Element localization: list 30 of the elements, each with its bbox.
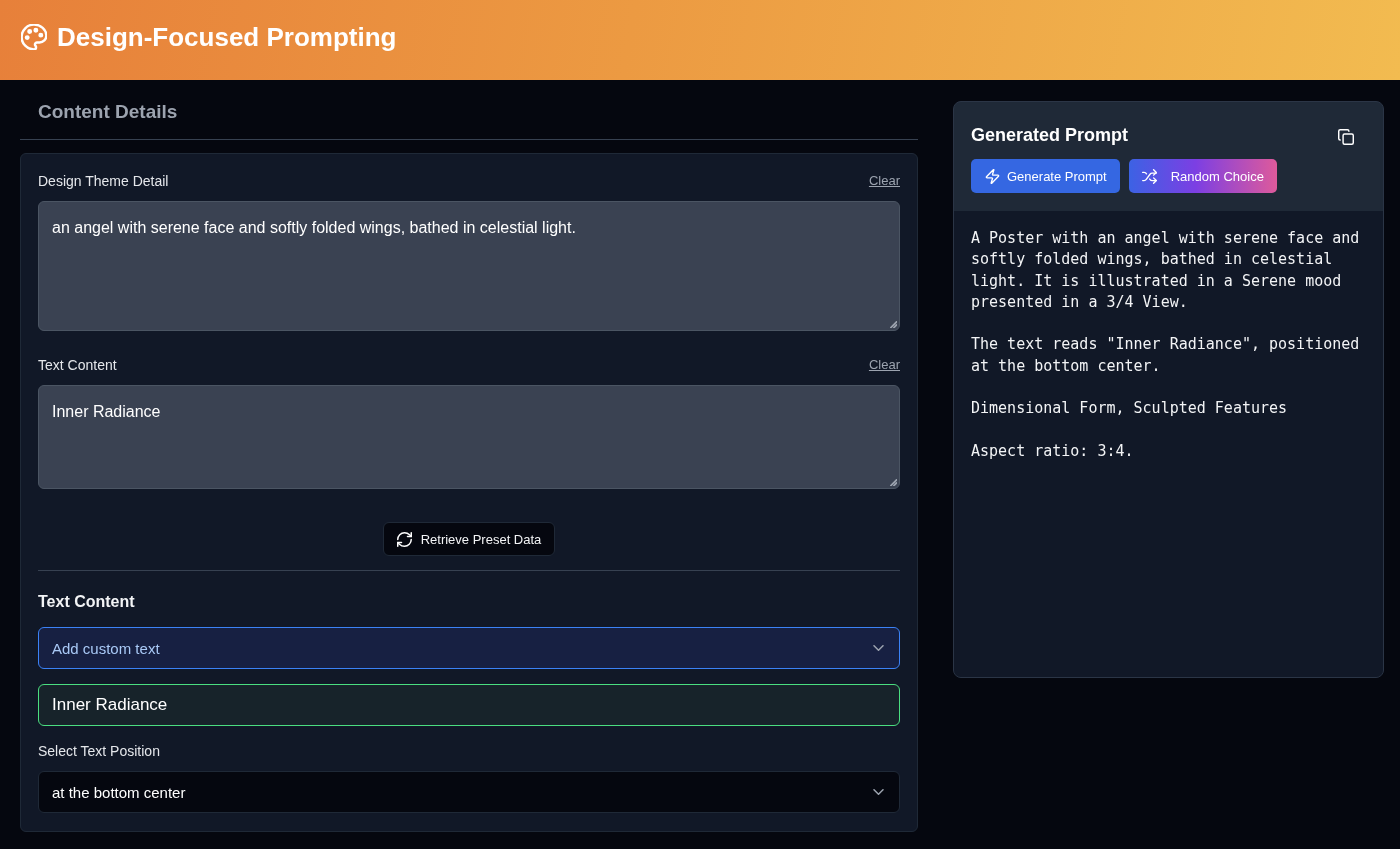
section-heading: Content Details — [38, 100, 179, 123]
prompt-paragraph: Aspect ratio: 3:4. — [971, 440, 1135, 462]
refresh-icon — [396, 531, 412, 547]
resize-grip-icon — [890, 321, 897, 328]
prompt-paragraph: The text reads "Inner Radiance", positioned at the bottom center. — [971, 334, 1361, 377]
app-title: Design-Focused Prompting — [57, 22, 397, 52]
subsection-heading: Text Content — [38, 592, 136, 611]
generate-prompt-button[interactable]: Generate Prompt — [971, 159, 1120, 193]
palette-icon — [21, 24, 47, 50]
clear-link[interactable]: Clear — [868, 357, 900, 373]
lightning-icon — [985, 168, 1000, 184]
field-label: Text Content — [38, 356, 117, 374]
chevron-down-icon — [873, 789, 884, 795]
custom-text-input[interactable]: Inner Radiance — [38, 684, 900, 726]
field-label: Select Text Position — [38, 742, 161, 760]
textarea-field[interactable]: an angel with serene face and softly folded wings, bathed in celestial light. — [38, 201, 900, 331]
text-mode-dropdown[interactable]: Add custom text — [38, 627, 900, 669]
retrieve-preset-button[interactable]: Retrieve Preset Data — [382, 522, 556, 556]
chevron-down-icon — [873, 645, 884, 651]
textarea-field[interactable]: Inner Radiance — [38, 385, 900, 489]
shuffle-icon — [1141, 168, 1157, 184]
prompt-paragraph: A Poster with an angel with serene face and softly folded wings, bathed in celestial light. It is illustrated in a Serene mood presented in a 3/4 View. — [971, 228, 1361, 313]
panel-title: Generated Prompt — [971, 124, 1129, 146]
resize-grip-icon — [890, 479, 897, 486]
prompt-paragraph: Dimensional Form, Sculpted Features — [971, 398, 1289, 420]
field-label: Design Theme Detail — [38, 172, 169, 190]
clear-link[interactable]: Clear — [868, 173, 900, 189]
copy-icon[interactable] — [1338, 129, 1354, 145]
random-choice-button[interactable]: Random Choice — [1128, 159, 1277, 193]
text-position-dropdown[interactable]: at the bottom center — [38, 771, 900, 813]
